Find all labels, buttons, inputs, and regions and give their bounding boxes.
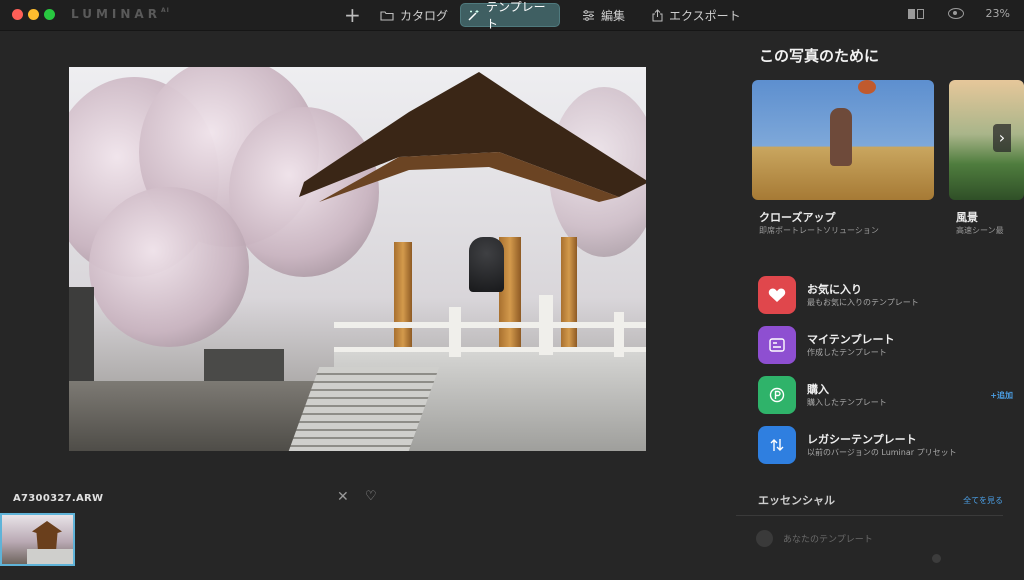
- card-closeup-title: クローズアップ: [759, 211, 836, 224]
- chevron-right-icon[interactable]: ›: [993, 124, 1011, 152]
- app-logo: LUMINARAI: [71, 7, 170, 21]
- tab-edit-label: 編集: [601, 8, 626, 23]
- my-templates-title: マイテンプレート: [807, 333, 895, 346]
- templates-panel: この写真のために › クローズアップ 即席ポートレートソリューション 風景 高速…: [736, 31, 1024, 580]
- thumbnail-selected[interactable]: [0, 513, 75, 566]
- compare-icon[interactable]: [907, 8, 926, 19]
- purchased-subtitle: 購入したテンプレート: [807, 398, 887, 407]
- main-photo: [69, 67, 646, 451]
- tab-templates[interactable]: テンプレート: [460, 0, 560, 31]
- essentials-title: エッセンシャル: [758, 494, 835, 507]
- heart-icon: [758, 276, 796, 314]
- list-item-favorites[interactable]: お気に入り 最もお気に入りのテンプレート: [758, 276, 1018, 316]
- template-placeholder-icon: [756, 530, 773, 547]
- tab-catalog-label: カタログ: [400, 8, 449, 23]
- list-item-my-templates[interactable]: マイテンプレート 作成したテンプレート: [758, 326, 1018, 366]
- reject-icon[interactable]: ✕: [337, 489, 349, 505]
- add-purchase-button[interactable]: +追加: [990, 390, 1013, 401]
- my-templates-subtitle: 作成したテンプレート: [807, 348, 887, 357]
- tab-export[interactable]: エクスポート: [652, 4, 741, 26]
- card-landscape-title: 風景: [956, 211, 978, 224]
- swap-arrows-icon: [758, 426, 796, 464]
- favorites-subtitle: 最もお気に入りのテンプレート: [807, 298, 919, 307]
- tab-edit[interactable]: 編集: [582, 4, 625, 26]
- filename-label: A7300327.ARW: [13, 493, 104, 504]
- list-item-legacy[interactable]: レガシーテンプレート 以前のバージョンの Luminar プリセット: [758, 426, 1018, 466]
- tab-catalog[interactable]: カタログ: [380, 4, 448, 26]
- plus-icon[interactable]: +: [344, 3, 361, 27]
- tab-export-label: エクスポート: [669, 8, 741, 23]
- see-all-link[interactable]: 全てを見る: [963, 495, 1003, 506]
- indicator-dot: [932, 554, 941, 563]
- purchase-icon: [758, 376, 796, 414]
- card-landscape-subtitle: 高速シーン最: [956, 226, 1004, 235]
- essentials-section: エッセンシャル 全てを見る: [758, 492, 1003, 508]
- view-tools: 23%: [907, 7, 1010, 20]
- legacy-title: レガシーテンプレート: [807, 433, 917, 446]
- tab-templates-label: テンプレート: [486, 0, 546, 31]
- close-window-button[interactable]: [12, 9, 23, 20]
- list-item-purchased[interactable]: 購入 購入したテンプレート +追加: [758, 376, 1018, 416]
- share-icon: [652, 8, 663, 22]
- your-templates-item[interactable]: あなたのテンプレート: [756, 530, 873, 547]
- your-templates-label: あなたのテンプレート: [783, 535, 873, 545]
- zoom-window-button[interactable]: [44, 9, 55, 20]
- zoom-level[interactable]: 23%: [986, 7, 1010, 20]
- template-card-closeup[interactable]: [752, 80, 934, 200]
- favorites-title: お気に入り: [807, 283, 862, 296]
- purchased-title: 購入: [807, 383, 829, 396]
- panel-title: この写真のために: [759, 47, 880, 65]
- title-bar: LUMINARAI + カタログ テンプレート 編集 エクスポート 23%: [0, 0, 1024, 31]
- sliders-icon: [582, 9, 595, 21]
- magic-wand-icon: [467, 9, 480, 22]
- template-card-landscape[interactable]: [949, 80, 1024, 200]
- folder-icon: [380, 10, 394, 21]
- eye-icon[interactable]: [947, 8, 964, 19]
- template-icon: [758, 326, 796, 364]
- legacy-subtitle: 以前のバージョンの Luminar プリセット: [807, 448, 957, 457]
- divider: [736, 515, 1003, 516]
- card-closeup-subtitle: 即席ポートレートソリューション: [759, 226, 879, 235]
- minimize-window-button[interactable]: [28, 9, 39, 20]
- heart-icon[interactable]: ♡: [365, 489, 377, 504]
